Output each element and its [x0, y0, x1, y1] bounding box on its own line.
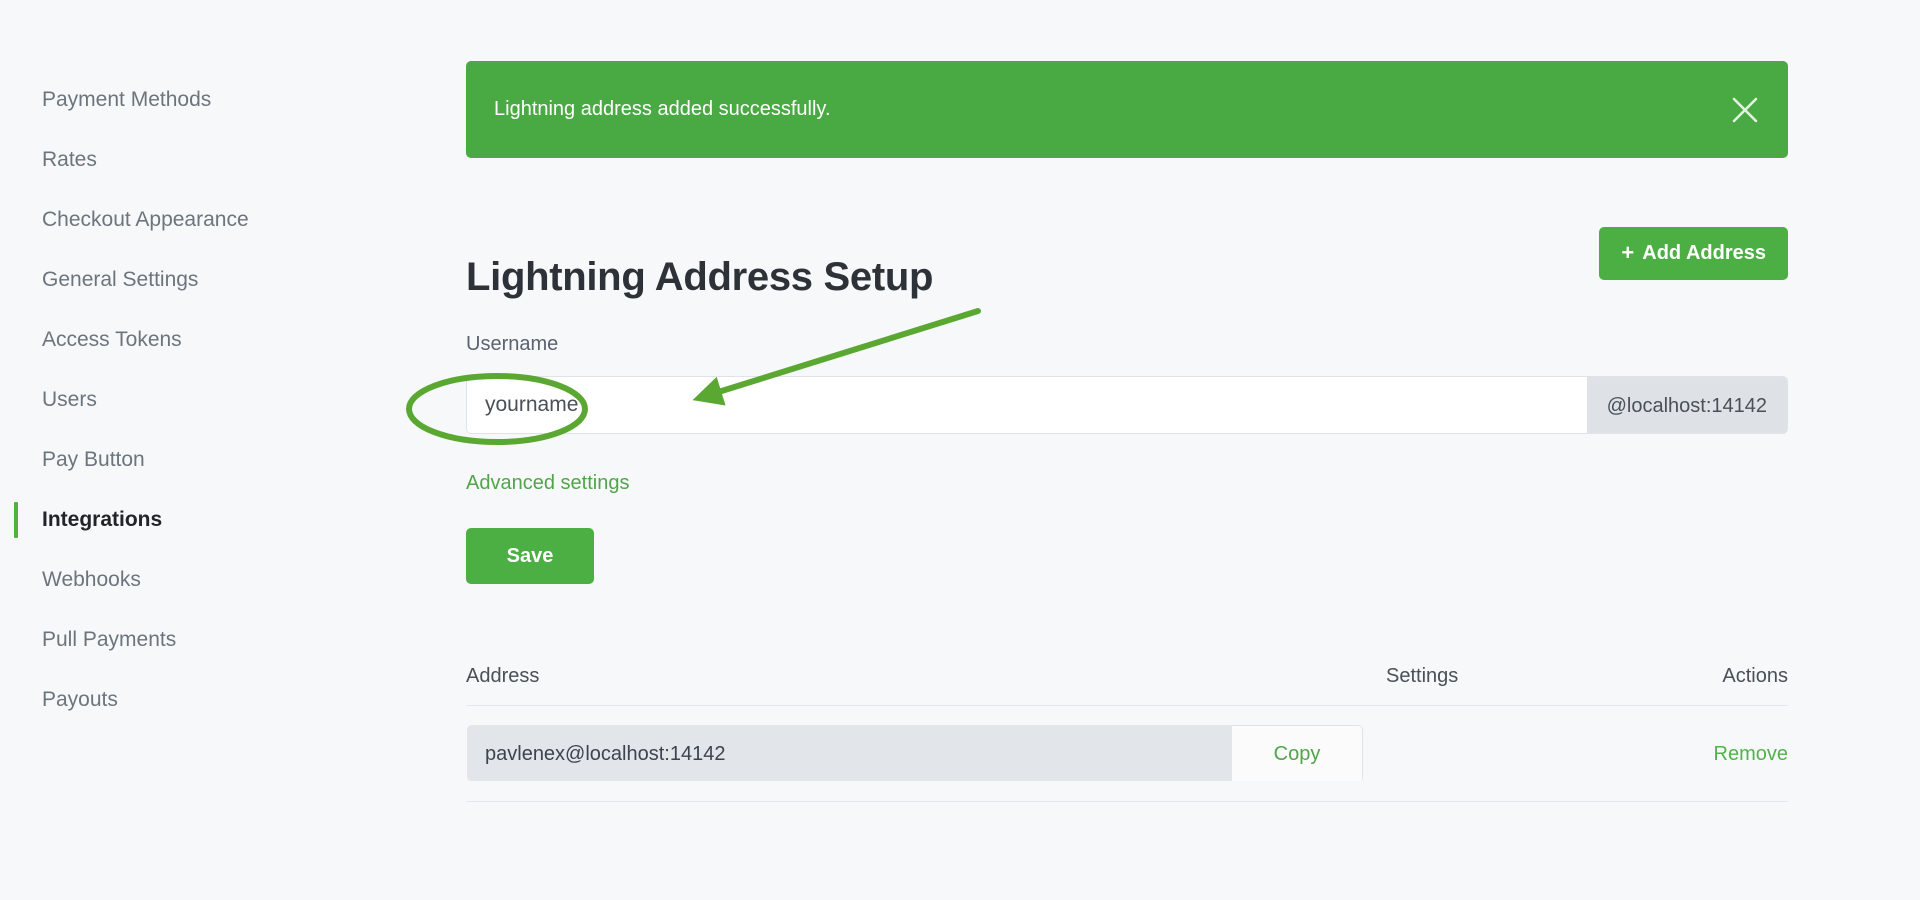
- column-header-address: Address: [466, 665, 540, 687]
- sidebar-item-label: Users: [42, 388, 97, 411]
- sidebar-item-label: Pay Button: [42, 448, 145, 471]
- success-alert: Lightning address added successfully.: [466, 61, 1788, 158]
- sidebar-item-label: Integrations: [42, 508, 163, 531]
- sidebar-item-pay-button[interactable]: Pay Button: [0, 430, 420, 490]
- sidebar-item-general-settings[interactable]: General Settings: [0, 250, 420, 310]
- add-address-button[interactable]: + Add Address: [1599, 227, 1788, 280]
- settings-sidebar: Payment Methods Rates Checkout Appearance G…: [0, 0, 420, 900]
- domain-suffix: @localhost:14142: [1586, 376, 1788, 434]
- username-input-group: @localhost:14142: [466, 376, 1788, 434]
- sidebar-item-rates[interactable]: Rates: [0, 130, 420, 190]
- copy-button[interactable]: Copy: [1232, 725, 1363, 781]
- sidebar-item-checkout-appearance[interactable]: Checkout Appearance: [0, 190, 420, 250]
- alert-message: Lightning address added successfully.: [494, 98, 831, 120]
- active-indicator: [14, 502, 18, 538]
- plus-icon: +: [1621, 239, 1635, 265]
- table-row: pavlenex@localhost:14142 Copy Remove: [466, 706, 1788, 802]
- sidebar-item-label: Webhooks: [42, 568, 141, 591]
- sidebar-item-payouts[interactable]: Payouts: [0, 670, 420, 730]
- sidebar-item-integrations[interactable]: Integrations: [0, 490, 420, 550]
- remove-link[interactable]: Remove: [1714, 706, 1788, 802]
- sidebar-item-label: Pull Payments: [42, 628, 177, 651]
- address-cell: pavlenex@localhost:14142 Copy: [466, 724, 1364, 782]
- sidebar-item-access-tokens[interactable]: Access Tokens: [0, 310, 420, 370]
- sidebar-item-payment-methods[interactable]: Payment Methods: [0, 70, 420, 130]
- main-content: Lightning address added successfully. Li…: [466, 0, 1788, 900]
- column-header-actions: Actions: [1722, 665, 1788, 687]
- addresses-table: Address Settings Actions pavlenex@localh…: [466, 655, 1788, 802]
- page-header: Lightning Address Setup + Add Address: [466, 222, 1788, 299]
- app-root: Payment Methods Rates Checkout Appearance G…: [0, 0, 1920, 900]
- advanced-settings-link[interactable]: Advanced settings: [466, 472, 629, 495]
- page-title: Lightning Address Setup: [466, 254, 934, 299]
- sidebar-item-users[interactable]: Users: [0, 370, 420, 430]
- sidebar-item-pull-payments[interactable]: Pull Payments: [0, 610, 420, 670]
- add-address-label: Add Address: [1642, 242, 1766, 264]
- table-header-row: Address Settings Actions: [466, 655, 1788, 706]
- sidebar-item-label: Payouts: [42, 688, 118, 711]
- save-button[interactable]: Save: [466, 528, 594, 584]
- username-label: Username: [466, 333, 559, 355]
- column-header-settings: Settings: [1386, 665, 1459, 687]
- sidebar-item-label: General Settings: [42, 268, 199, 291]
- username-input[interactable]: [466, 376, 1587, 434]
- close-icon[interactable]: [1724, 89, 1766, 131]
- table-body: pavlenex@localhost:14142 Copy Remove: [466, 706, 1788, 802]
- sidebar-item-label: Checkout Appearance: [42, 208, 249, 231]
- sidebar-item-label: Rates: [42, 148, 97, 171]
- sidebar-item-label: Payment Methods: [42, 88, 212, 111]
- sidebar-item-label: Access Tokens: [42, 328, 182, 351]
- address-value: pavlenex@localhost:14142: [467, 725, 1232, 781]
- sidebar-item-webhooks[interactable]: Webhooks: [0, 550, 420, 610]
